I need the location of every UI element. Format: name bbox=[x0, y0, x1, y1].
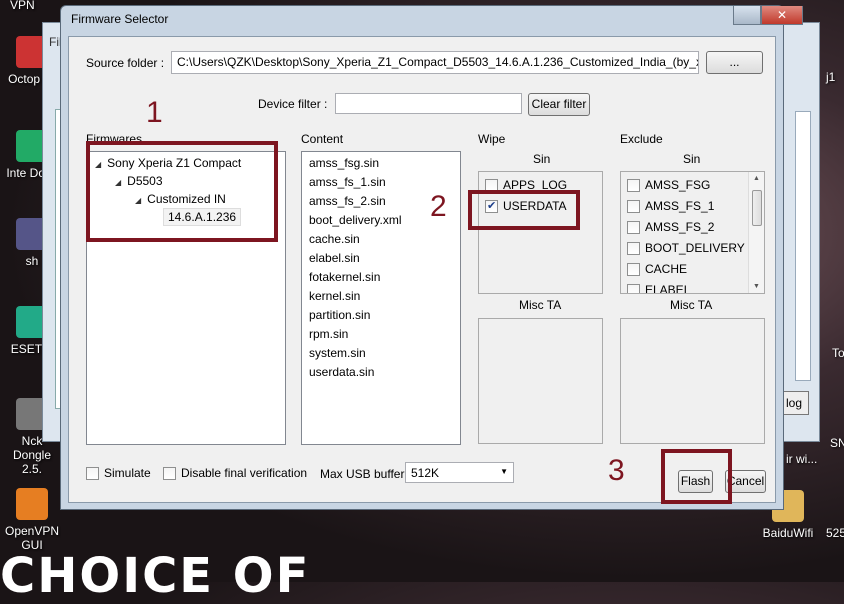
disable-verification-option[interactable]: Disable final verification bbox=[163, 466, 307, 480]
wipe-misc-label: Misc TA bbox=[519, 298, 562, 312]
exclude-checkbox[interactable] bbox=[627, 262, 640, 276]
source-folder-label: Source folder : bbox=[86, 56, 165, 70]
exclude-item[interactable]: AMSS_FS_1 bbox=[627, 199, 714, 213]
content-file-item[interactable]: cache.sin bbox=[309, 232, 360, 246]
content-file-item[interactable]: rpm.sin bbox=[309, 327, 348, 341]
callout-number-3: 3 bbox=[608, 454, 625, 487]
exclude-item[interactable]: AMSS_FSG bbox=[627, 178, 710, 192]
close-icon: ✕ bbox=[776, 8, 788, 22]
shortcut-label: sh bbox=[25, 254, 39, 268]
disable-verification-checkbox[interactable] bbox=[163, 466, 176, 480]
content-file-item[interactable]: partition.sin bbox=[309, 308, 370, 322]
callout-box-3 bbox=[661, 449, 732, 504]
exclude-label: CACHE bbox=[645, 262, 688, 276]
callout-number-1: 1 bbox=[146, 96, 163, 129]
content-file-item[interactable]: amss_fsg.sin bbox=[309, 156, 379, 170]
desktop-label-sn: SN bbox=[830, 436, 844, 450]
exclude-item[interactable]: ELABEL bbox=[627, 283, 691, 294]
exclude-item[interactable]: CACHE bbox=[627, 262, 687, 276]
exclude-checkbox[interactable] bbox=[627, 283, 640, 293]
callout-number-2: 2 bbox=[430, 190, 447, 223]
simulate-label: Simulate bbox=[104, 466, 151, 480]
max-usb-value: 512K bbox=[411, 466, 440, 480]
callout-box-2 bbox=[468, 190, 580, 230]
title-bar[interactable]: Firmware Selector ✕ bbox=[61, 6, 803, 32]
max-usb-label: Max USB buffer bbox=[320, 467, 405, 481]
chevron-down-icon: ▼ bbox=[500, 467, 508, 476]
browse-button[interactable]: ... bbox=[706, 51, 763, 74]
scroll-up-icon[interactable]: ▲ bbox=[753, 175, 760, 182]
simulate-option[interactable]: Simulate bbox=[86, 466, 151, 480]
minimize-button[interactable] bbox=[733, 6, 761, 25]
disable-verification-label: Disable final verification bbox=[181, 466, 308, 480]
scroll-down-icon[interactable]: ▼ bbox=[753, 283, 760, 290]
exclude-misc-label: Misc TA bbox=[670, 298, 713, 312]
wipe-sin-label: Sin bbox=[533, 152, 551, 166]
exclude-label: ELABEL bbox=[645, 283, 691, 294]
exclude-scrollbar[interactable]: ▲ ▼ bbox=[748, 172, 764, 293]
exclude-checkbox[interactable] bbox=[627, 199, 640, 213]
content-file-item[interactable]: fotakernel.sin bbox=[309, 270, 380, 284]
source-folder-field[interactable]: C:\Users\QZK\Desktop\Sony_Xperia_Z1_Comp… bbox=[171, 51, 699, 74]
content-file-item[interactable]: elabel.sin bbox=[309, 251, 360, 265]
close-button[interactable]: ✕ bbox=[761, 6, 803, 25]
dialog-title: Firmware Selector bbox=[71, 12, 169, 26]
wipe-label: Wipe bbox=[478, 132, 506, 146]
content-file-item[interactable]: amss_fs_2.sin bbox=[309, 194, 386, 208]
exclude-item[interactable]: BOOT_DELIVERY bbox=[627, 241, 745, 255]
max-usb-select[interactable]: 512K ▼ bbox=[405, 462, 514, 483]
exclude-checkbox[interactable] bbox=[627, 220, 640, 234]
device-filter-input[interactable] bbox=[335, 93, 522, 114]
firmware-selector-dialog: Firmware Selector ✕ Source folder : C:\U… bbox=[60, 5, 803, 510]
exclude-label: AMSS_FSG bbox=[645, 178, 711, 192]
exclude-misc-list[interactable] bbox=[620, 318, 765, 444]
shortcut-icon bbox=[16, 488, 48, 520]
content-label: Content bbox=[301, 132, 344, 146]
exclude-checkbox[interactable] bbox=[627, 178, 640, 192]
content-file-item[interactable]: userdata.sin bbox=[309, 365, 374, 379]
callout-box-1 bbox=[86, 141, 278, 242]
content-file-item[interactable]: kernel.sin bbox=[309, 289, 360, 303]
exclude-sin-label: Sin bbox=[683, 152, 701, 166]
exclude-item[interactable]: AMSS_FS_2 bbox=[627, 220, 714, 234]
desktop-label-j1: j1 bbox=[826, 70, 836, 84]
content-file-item[interactable]: amss_fs_1.sin bbox=[309, 175, 386, 189]
exclude-label: Exclude bbox=[620, 132, 663, 146]
exclude-sin-list[interactable]: ▲ ▼ AMSS_FSG AMSS_FS_1 AMSS_FS_2 BOOT_DELIV… bbox=[620, 171, 765, 294]
wallpaper-text: CHOICE OF bbox=[0, 548, 311, 604]
bg-window-scrollbar[interactable] bbox=[795, 111, 811, 381]
exclude-checkbox[interactable] bbox=[627, 241, 640, 255]
device-filter-label: Device filter : bbox=[258, 97, 328, 111]
exclude-label: BOOT_DELIVERY bbox=[645, 241, 745, 255]
content-file-item[interactable]: system.sin bbox=[309, 346, 366, 360]
dialog-client: Source folder : C:\Users\QZK\Desktop\Son… bbox=[68, 36, 776, 503]
scroll-thumb[interactable] bbox=[752, 190, 762, 226]
desktop-label-525: 525 bbox=[826, 526, 844, 540]
desktop-top-text: VPN bbox=[10, 0, 35, 12]
baiduwifi-label: BaiduWifi bbox=[762, 526, 814, 540]
wipe-misc-list[interactable] bbox=[478, 318, 603, 444]
content-file-item[interactable]: boot_delivery.xml bbox=[309, 213, 401, 227]
desktop-shortcut[interactable]: OpenVPN GUI bbox=[4, 488, 60, 552]
desktop-label-to: To bbox=[832, 346, 844, 360]
exclude-label: AMSS_FS_1 bbox=[645, 199, 715, 213]
clear-filter-button[interactable]: Clear filter bbox=[528, 93, 590, 116]
simulate-checkbox[interactable] bbox=[86, 466, 99, 480]
desktop-label-wi: ir wi... bbox=[786, 452, 818, 466]
exclude-label: AMSS_FS_2 bbox=[645, 220, 715, 234]
